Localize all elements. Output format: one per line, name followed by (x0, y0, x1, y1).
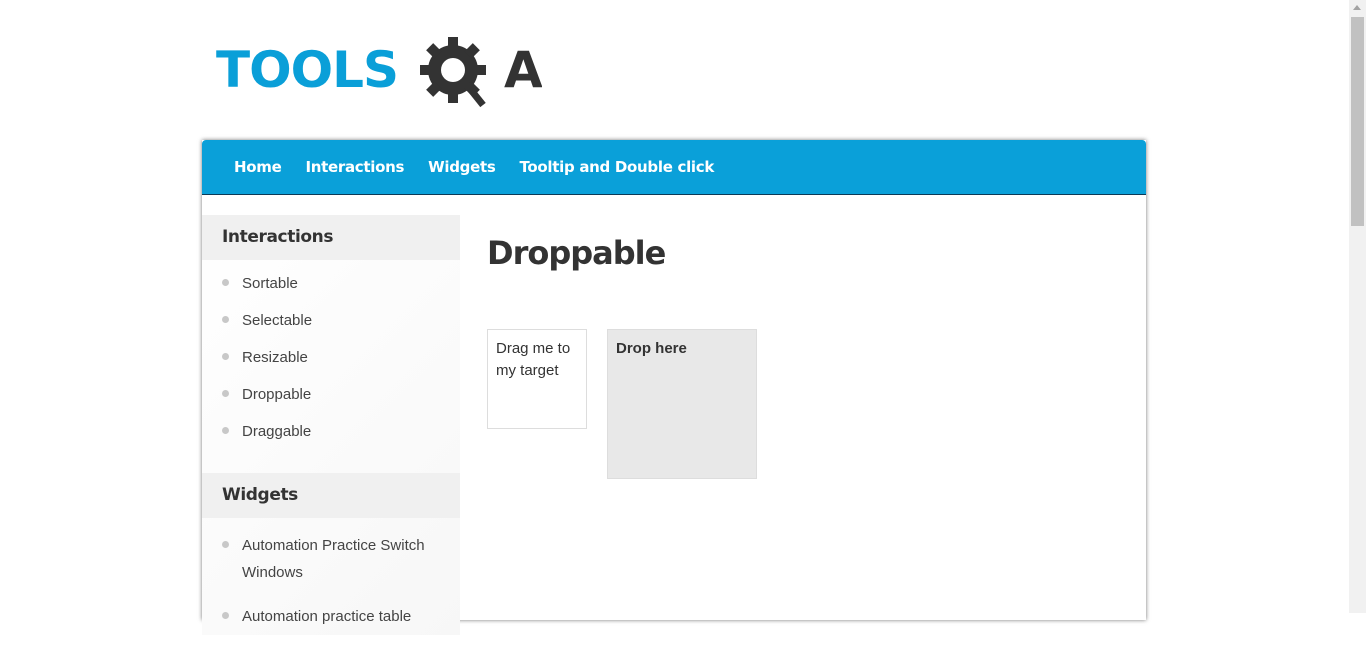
sidebar-item-switch-windows[interactable]: Automation Practice Switch Windows (202, 532, 442, 586)
nav-widgets[interactable]: Widgets (416, 158, 507, 176)
gear-icon (420, 37, 486, 108)
sidebar-item-practice-table[interactable]: Automation practice table (202, 603, 442, 630)
main-content: Droppable (487, 234, 666, 272)
sidebar-item-droppable[interactable]: Droppable (202, 385, 460, 405)
page-container: Home Interactions Widgets Tooltip and Do… (202, 140, 1146, 635)
droppable-target[interactable]: Drop here (607, 329, 757, 479)
nav-interactions[interactable]: Interactions (293, 158, 416, 176)
sidebar: Interactions Sortable Selectable Resizab… (202, 215, 460, 635)
sidebar-item-selectable[interactable]: Selectable (202, 311, 460, 331)
scroll-up-arrow-icon[interactable] (1353, 5, 1361, 10)
toolsqa-logo[interactable]: TOOLS A (216, 36, 542, 110)
sidebar-item-resizable[interactable]: Resizable (202, 348, 460, 368)
widgets-list: Automation Practice Switch Windows Autom… (202, 518, 460, 661)
logo-text-a: A (504, 41, 542, 99)
top-navbar: Home Interactions Widgets Tooltip and Do… (202, 140, 1146, 195)
interactions-list: Sortable Selectable Resizable Droppable … (202, 260, 460, 473)
page-title: Droppable (487, 234, 666, 272)
logo-text-tools: TOOLS (216, 41, 398, 99)
sidebar-heading-widgets: Widgets (202, 473, 460, 518)
sidebar-item-draggable[interactable]: Draggable (202, 422, 460, 442)
draggable-box[interactable]: Drag me to my target (487, 329, 587, 429)
nav-home[interactable]: Home (222, 158, 293, 176)
sidebar-heading-interactions: Interactions (202, 215, 460, 260)
scrollbar-thumb[interactable] (1351, 17, 1364, 226)
nav-tooltip-double-click[interactable]: Tooltip and Double click (507, 158, 726, 176)
vertical-scrollbar[interactable] (1349, 0, 1366, 613)
sidebar-item-sortable[interactable]: Sortable (202, 274, 460, 294)
